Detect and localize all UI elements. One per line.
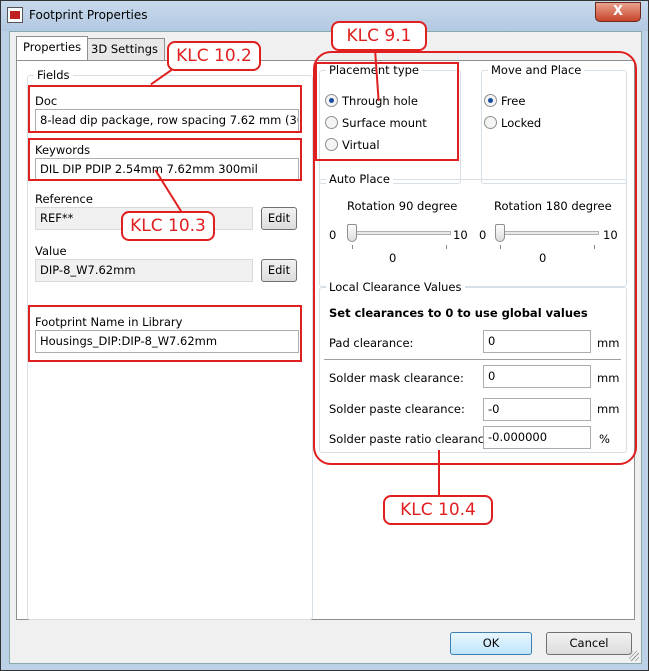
value-label: Value: [35, 244, 67, 258]
fpname-highlight: [28, 305, 302, 362]
klc-10-4-highlight: [313, 51, 637, 465]
klc-10-4-leader: [438, 450, 440, 498]
dialog-window: Footprint Properties X Properties 3D Set…: [0, 0, 649, 671]
klc-10-2-callout: KLC 10.2: [167, 41, 261, 71]
value-edit-button[interactable]: Edit: [261, 259, 297, 282]
title-bar[interactable]: Footprint Properties X: [1, 1, 648, 31]
klc-10-2-highlight: [28, 85, 302, 133]
klc-9-1-callout: KLC 9.1: [331, 21, 427, 51]
ok-button[interactable]: OK: [450, 632, 532, 655]
reference-edit-button[interactable]: Edit: [261, 207, 297, 230]
app-icon: [7, 7, 23, 23]
window-title: Footprint Properties: [29, 8, 148, 22]
value-field: DIP-8_W7.62mm: [35, 259, 253, 282]
tab-properties[interactable]: Properties: [16, 36, 89, 60]
close-button[interactable]: X: [595, 2, 641, 22]
cancel-button[interactable]: Cancel: [546, 632, 632, 655]
klc-10-3-callout: KLC 10.3: [121, 211, 215, 241]
klc-10-3-highlight: [28, 138, 302, 181]
resize-grip[interactable]: [629, 651, 639, 661]
klc-10-4-callout: KLC 10.4: [383, 495, 493, 525]
fields-group-title: Fields: [34, 68, 73, 82]
reference-label: Reference: [35, 192, 93, 206]
tab-3d-settings[interactable]: 3D Settings: [84, 38, 165, 60]
